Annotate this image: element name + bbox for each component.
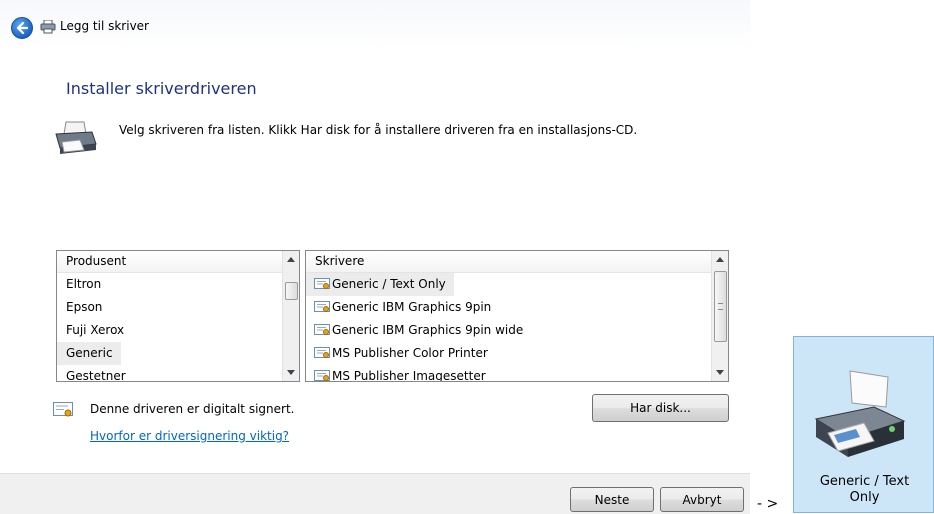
driver-signing-link[interactable]: Hvorfor er driversignering viktig?: [90, 429, 289, 443]
manufacturer-scrollbar[interactable]: [282, 251, 299, 381]
list-item[interactable]: Gestetner: [57, 365, 299, 381]
cancel-button[interactable]: Avbryt: [660, 487, 744, 512]
certificate-icon: [53, 402, 73, 417]
generic-printer-tile[interactable]: Generic / Text Only: [793, 336, 934, 513]
tile-label: Generic / Text Only: [794, 474, 934, 506]
title-bar: Legg til skriver: [0, 0, 750, 50]
certificate-icon: [314, 278, 330, 289]
certificate-icon: [314, 301, 330, 312]
tile-label-line2: Only: [849, 490, 880, 505]
tile-label-line1: Generic / Text: [819, 474, 910, 489]
scroll-down-icon[interactable]: [287, 370, 295, 375]
list-item[interactable]: MS Publisher Color Printer: [306, 342, 728, 365]
certificate-icon: [314, 370, 330, 381]
printer-item-label: Generic IBM Graphics 9pin: [332, 300, 492, 314]
list-item-selected[interactable]: Generic: [57, 342, 121, 365]
back-button[interactable]: [11, 17, 33, 39]
list-item[interactable]: Eltron: [57, 273, 299, 296]
printer-icon: [40, 20, 56, 34]
scroll-thumb[interactable]: [714, 271, 727, 342]
next-button[interactable]: Neste: [570, 487, 654, 512]
scroll-thumb[interactable]: [285, 282, 298, 300]
printer-item-label: MS Publisher Imagesetter: [332, 369, 486, 382]
scroll-up-icon[interactable]: [287, 257, 295, 262]
printer-list-header: Skrivere: [306, 251, 711, 273]
manufacturer-list-header: Produsent: [57, 251, 282, 273]
list-item[interactable]: Generic IBM Graphics 9pin: [306, 296, 728, 319]
annotation-arrow: - >: [757, 496, 779, 512]
list-item-selected[interactable]: Generic / Text Only: [306, 273, 454, 296]
printer-item-label: Generic / Text Only: [332, 277, 446, 291]
printer-large-icon: [814, 370, 906, 457]
certificate-icon: [314, 347, 330, 358]
page-heading: Installer skriverdriveren: [66, 79, 257, 98]
instruction-text: Velg skriveren fra listen. Klikk Har dis…: [119, 123, 638, 137]
printer-list[interactable]: Skrivere Generic / Text Only Generic IBM…: [305, 250, 729, 382]
printer-item-label: MS Publisher Color Printer: [332, 346, 488, 360]
window-title: Legg til skriver: [60, 19, 149, 33]
list-item[interactable]: Fuji Xerox: [57, 319, 299, 342]
back-arrow-icon: [16, 22, 28, 34]
list-item[interactable]: Epson: [57, 296, 299, 319]
manufacturer-list[interactable]: Produsent Eltron Epson Fuji Xerox Generi…: [56, 250, 300, 382]
certificate-icon: [314, 324, 330, 335]
add-printer-window: Legg til skriver Installer skriverdriver…: [0, 0, 750, 514]
scroll-down-icon[interactable]: [716, 370, 724, 375]
printer-item-label: Generic IBM Graphics 9pin wide: [332, 323, 524, 337]
list-item[interactable]: MS Publisher Imagesetter: [306, 365, 728, 382]
footer-bar: Neste Avbryt: [0, 473, 750, 514]
printer-large-icon: [55, 121, 97, 154]
scroll-up-icon[interactable]: [716, 257, 724, 262]
printer-scrollbar[interactable]: [711, 251, 728, 381]
list-item[interactable]: Generic IBM Graphics 9pin wide: [306, 319, 728, 342]
signature-text: Denne driveren er digitalt signert.: [90, 402, 295, 416]
have-disk-button[interactable]: Har disk...: [592, 394, 729, 422]
